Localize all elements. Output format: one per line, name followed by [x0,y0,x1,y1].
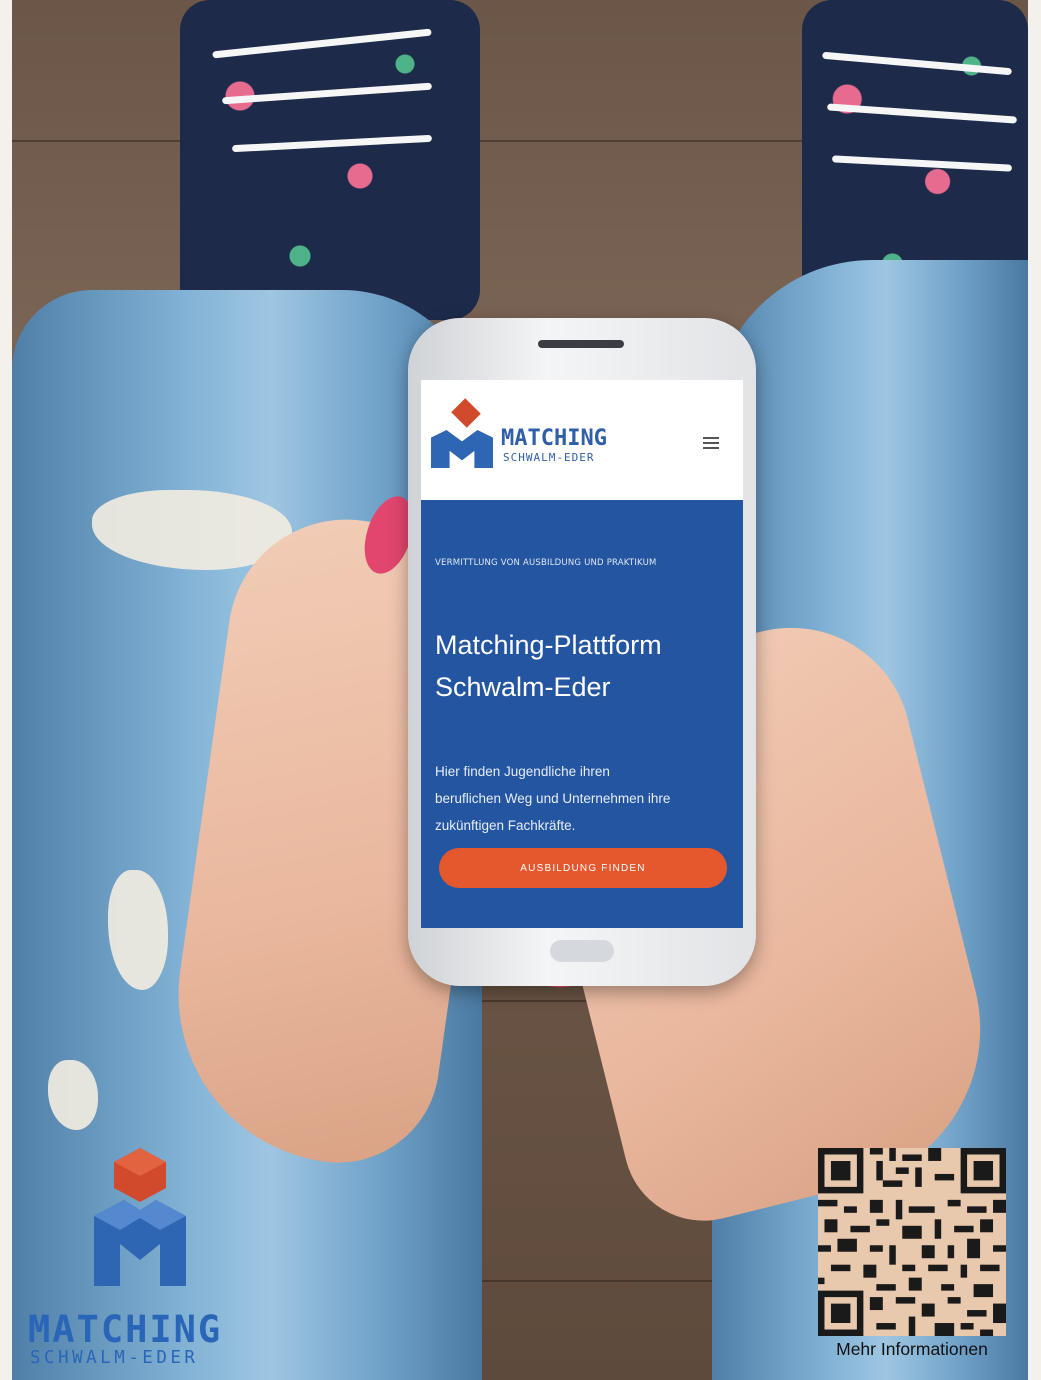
brand-word: MATCHING [28,1308,223,1351]
cube-logo-icon [94,1148,186,1286]
hero-title-line: Schwalm-Eder [435,672,611,702]
site-header: MATCHING SCHWALM-EDER [421,380,743,500]
brand-logo: MATCHING SCHWALM-EDER [28,1148,258,1368]
phone-speaker [538,340,624,348]
qr-caption: Mehr Informationen [836,1339,988,1359]
qr-code-block: Mehr Informationen [812,1146,1012,1376]
hamburger-menu-icon[interactable] [703,437,719,451]
left-sneaker [180,0,480,320]
site-logo-word[interactable]: MATCHING [501,426,607,451]
hero-text-line: Hier finden Jugendliche ihren [435,764,610,779]
hero-text-line: zukünftigen Fachkräfte. [435,818,576,833]
smartphone: MATCHING SCHWALM-EDER VERMITTLUNG VON AU… [408,318,756,986]
brand-subtitle: SCHWALM-EDER [30,1348,199,1368]
hero-text-line: beruflichen Weg und Unternehmen ihre [435,791,671,806]
phone-screen: MATCHING SCHWALM-EDER VERMITTLUNG VON AU… [421,380,743,928]
qr-code-icon[interactable] [818,1148,1006,1336]
hero-title-line: Matching-Plattform [435,630,662,660]
site-logo-sub: SCHWALM-EDER [503,451,595,464]
hero-description: Hier finden Jugendliche ihren berufliche… [435,758,735,839]
phone-home-button [550,940,614,962]
hero-kicker: VERMITTLUNG VON AUSBILDUNG UND PRAKTIKUM [435,558,657,568]
hero-title: Matching-Plattform Schwalm-Eder [435,624,735,708]
find-apprenticeship-button[interactable]: AUSBILDUNG FINDEN [439,848,727,888]
